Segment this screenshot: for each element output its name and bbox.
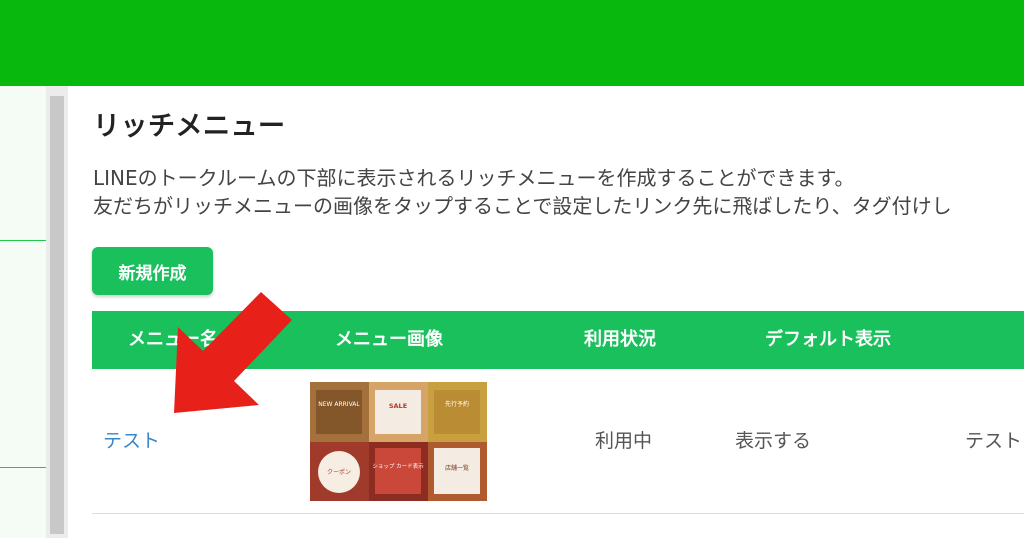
scrollbar-thumb[interactable] — [50, 96, 64, 534]
thumbnail-panel — [434, 390, 480, 434]
sidebar-divider — [0, 467, 46, 468]
richmenu-thumbnail-image[interactable]: NEW ARRIVAL SALE 先行予約 クーポン ショップ カード表示 店舗… — [310, 382, 487, 501]
thumbnail-label: クーポン — [327, 468, 351, 476]
thumbnail-label: SALE — [389, 402, 407, 410]
sidebar-divider — [0, 240, 46, 241]
column-header-status: 利用状況 — [584, 329, 656, 350]
page-title: リッチメニュー — [93, 111, 286, 142]
top-header-bar — [0, 0, 1024, 86]
page-description-line-1: LINEのトークルームの下部に表示されるリッチメニューを作成することができます。 — [93, 166, 855, 190]
thumbnail-label: NEW ARRIVAL — [318, 401, 360, 408]
thumbnail-panel — [375, 390, 421, 434]
default-display-value: 表示する — [735, 430, 812, 452]
thumbnail-label: ショップ カード表示 — [372, 462, 424, 470]
column-header-menu-name: メニュー名 — [128, 329, 218, 350]
left-sidebar — [0, 86, 46, 538]
table-header: メニュー名 メニュー画像 利用状況 デフォルト表示 — [92, 311, 1024, 369]
column-header-menu-image: メニュー画像 — [335, 329, 443, 350]
extra-column-value: テスト — [965, 430, 1023, 452]
thumbnail-label: 先行予約 — [445, 400, 469, 408]
status-value: 利用中 — [595, 430, 653, 452]
table-row-divider — [92, 513, 1024, 514]
new-richmenu-button[interactable]: 新規作成 — [92, 247, 213, 295]
thumbnail-panel — [316, 390, 362, 434]
thumbnail-label: 店舗一覧 — [445, 464, 469, 472]
column-header-default-display: デフォルト表示 — [765, 329, 891, 350]
thumbnail-panel — [375, 448, 421, 494]
menu-name-link[interactable]: テスト — [103, 426, 160, 453]
page-description-line-2: 友だちがリッチメニューの画像をタップすることで設定したリンク先に飛ばしたり、タグ… — [93, 194, 952, 218]
